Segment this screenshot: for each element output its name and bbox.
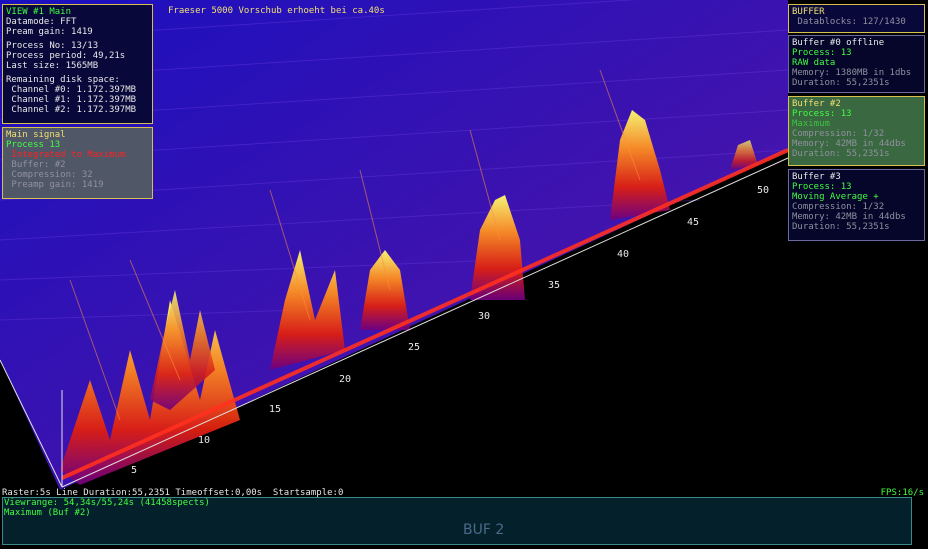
view-line: Process period: 49,21s [6, 51, 126, 61]
view-line: Last size: 1565MB [6, 61, 99, 71]
buffer-mode: Moving Average + [792, 192, 879, 202]
overview-viewrange: Viewrange: 54,34s/55,24s (41458spects) [4, 498, 210, 508]
view-line: Remaining disk space: [6, 75, 120, 85]
buffer-panel: BUFFER Datablocks: 127/1430 [788, 4, 925, 33]
signal-line: Compression: 32 [6, 170, 93, 180]
time-tick: 50 [757, 185, 770, 196]
buffer-2-panel[interactable]: Buffer #2 Process: 13 Maximum Compressio… [788, 96, 925, 166]
buffer-line: Duration: 55,2351s [792, 149, 890, 159]
buffer-line: Duration: 55,2351s [792, 222, 890, 232]
signal-line: Preamp gain: 1419 [6, 180, 104, 190]
view-panel: VIEW #1 Main Datamode: FFT Pream gain: 1… [2, 4, 153, 124]
view-line: Pream gain: 1419 [6, 27, 93, 37]
buffer-line: Memory: 1380MB in 1dbs [792, 68, 912, 78]
buffer-mode: Maximum [792, 119, 830, 129]
buffer-0-panel[interactable]: Buffer #0 offline Process: 13 RAW data M… [788, 35, 925, 93]
buffer-title: Buffer #2 [792, 99, 841, 109]
overview-watermark: BUF 2 [463, 522, 505, 538]
view-line: Channel #1: 1.172.397MB [6, 95, 137, 105]
signal-warning: Integrated to Maximum [6, 150, 126, 160]
view-panel-title: VIEW #1 Main [6, 7, 72, 17]
buffer-line: Duration: 55,2351s [792, 78, 890, 88]
buffer-3-panel[interactable]: Buffer #3 Process: 13 Moving Average + C… [788, 169, 925, 241]
overview-source: Maximum (Buf #2) [4, 508, 91, 518]
signal-process: Process 13 [6, 140, 61, 150]
signal-line: Buffer: #2 [6, 160, 66, 170]
buffer-title: Buffer #3 [792, 172, 841, 182]
buffer-line: Memory: 42MB in 44dbs [792, 139, 906, 149]
time-tick: 5 [131, 465, 138, 476]
time-tick: 45 [687, 217, 700, 228]
buffer-line: Memory: 42MB in 44dbs [792, 212, 906, 222]
view-line: Process No: 13/13 [6, 41, 99, 51]
buffer-mode: RAW data [792, 58, 836, 68]
buffer-datablocks: Datablocks: 127/1430 [792, 17, 906, 27]
view-line: Channel #0: 1.172.397MB [6, 85, 137, 95]
buffer-process: Process: 13 [792, 182, 852, 192]
time-tick: 40 [617, 249, 630, 260]
time-tick: 35 [548, 280, 561, 291]
time-tick: 10 [198, 435, 211, 446]
signal-panel-title: Main signal [6, 130, 66, 140]
buffer-title: Buffer #0 offline [792, 38, 885, 48]
buffer-line: Compression: 1/32 [792, 202, 885, 212]
time-tick: 15 [269, 404, 282, 415]
time-tick: 20 [339, 374, 352, 385]
time-tick: 25 [408, 342, 421, 353]
signal-panel[interactable]: Main signal Process 13 Integrated to Max… [2, 127, 153, 199]
page-title: Fraeser 5000 Vorschub erhoeht bei ca.40s [168, 6, 385, 16]
view-line: Channel #2: 1.172.397MB [6, 105, 137, 115]
buffer-panel-title: BUFFER [792, 7, 825, 17]
view-line: Datamode: FFT [6, 17, 77, 27]
buffer-process: Process: 13 [792, 48, 852, 58]
time-tick: 30 [478, 311, 491, 322]
buffer-process: Process: 13 [792, 109, 852, 119]
buffer-line: Compression: 1/32 [792, 129, 885, 139]
